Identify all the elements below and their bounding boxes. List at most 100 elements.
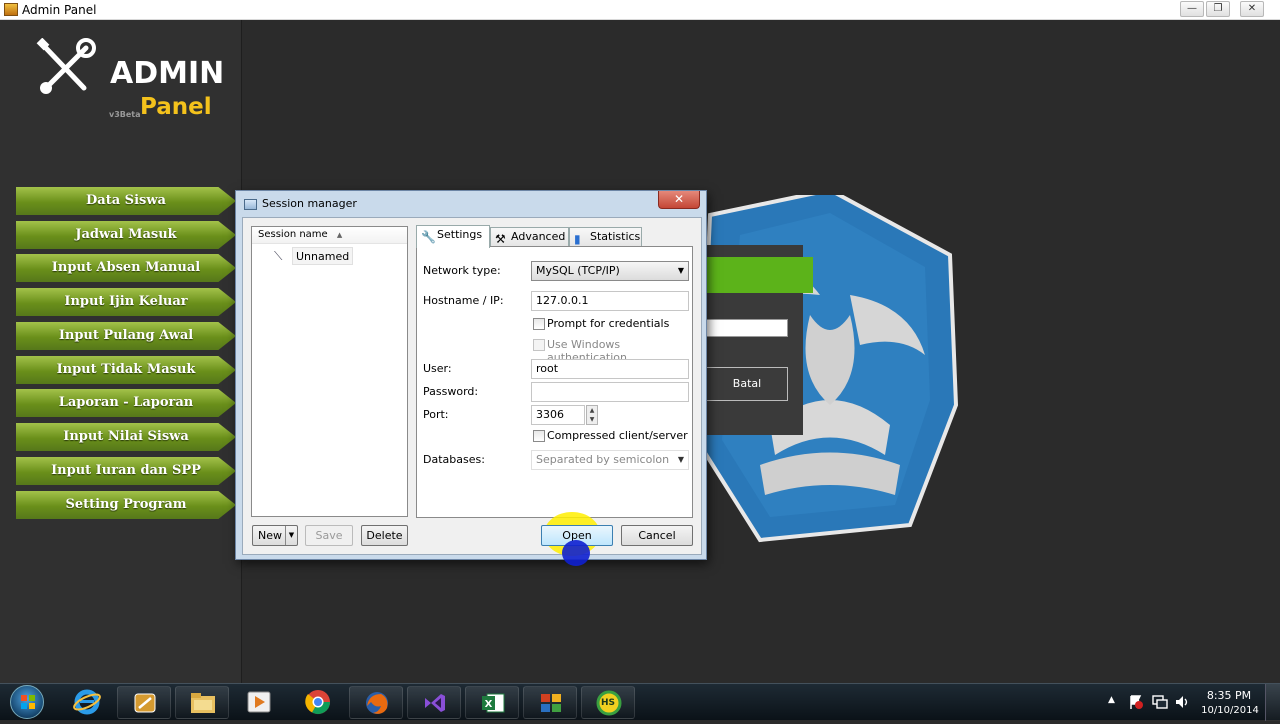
compressed-label: Compressed client/server prc — [547, 429, 690, 442]
close-button[interactable]: ✕ — [1240, 1, 1264, 17]
chrome-icon — [305, 690, 330, 715]
password-input[interactable] — [531, 382, 689, 402]
new-button[interactable]: New ▼ — [252, 525, 298, 546]
internet-explorer-icon — [73, 689, 101, 715]
tab-statistics[interactable]: ▮ Statistics — [569, 227, 642, 247]
app-icon — [4, 3, 18, 16]
admin-tools-icon — [134, 693, 156, 713]
media-player-icon — [247, 691, 271, 713]
volume-icon[interactable] — [1174, 694, 1190, 710]
session-manager-dialog: Session manager ✕ Session name ▲ ⟍ Unnam… — [235, 190, 707, 560]
action-center-flag-icon[interactable] — [1128, 694, 1144, 710]
start-button[interactable] — [4, 684, 52, 721]
hostname-input[interactable]: 127.0.0.1 — [531, 291, 689, 311]
visual-studio-icon — [425, 694, 445, 712]
chevron-down-icon: ▼ — [677, 455, 684, 464]
tab-statistics-label: Statistics — [590, 230, 641, 243]
wrench-icon: 🔧 — [421, 230, 436, 244]
clock-time[interactable]: 8:35 PM — [1204, 689, 1254, 702]
sidebar-item-data-siswa[interactable]: Data Siswa — [16, 187, 236, 215]
taskbar-hypersnap-button[interactable]: HS — [581, 686, 635, 719]
sidebar-item-input-ijin-keluar[interactable]: Input Ijin Keluar — [16, 288, 236, 316]
taskbar-visual-studio-button[interactable] — [407, 686, 461, 719]
logo-panel-text: Panel — [140, 94, 212, 120]
user-input[interactable]: root — [531, 359, 689, 379]
taskbar-firefox-button[interactable] — [349, 686, 403, 719]
delete-button[interactable]: Delete — [361, 525, 408, 546]
file-explorer-icon — [191, 693, 215, 713]
sidebar-item-input-pulang-awal[interactable]: Input Pulang Awal — [16, 322, 236, 350]
windows-auth-checkbox[interactable] — [533, 339, 545, 351]
port-stepper[interactable]: ▲ ▼ — [586, 405, 598, 425]
chevron-down-icon: ▼ — [677, 266, 684, 275]
dialog-title: Session manager — [262, 197, 357, 210]
tab-advanced[interactable]: ⚒ Advanced — [490, 227, 569, 247]
password-label: Password: — [423, 385, 479, 398]
show-desktop-button[interactable] — [1265, 684, 1280, 721]
cancel-button[interactable]: Cancel — [621, 525, 693, 546]
dialog-app-icon — [244, 199, 257, 210]
sidebar: ADMIN v3Beta Panel — [0, 20, 242, 683]
session-name-header-label: Session name — [258, 229, 328, 240]
user-label: User: — [423, 362, 452, 375]
sidebar-item-setting-program[interactable]: Setting Program — [16, 491, 236, 519]
taskbar-media-player-button[interactable] — [232, 686, 286, 719]
databases-label: Databases: — [423, 453, 485, 466]
maximize-button[interactable]: ❐ — [1206, 1, 1230, 17]
sidebar-item-input-nilai-siswa[interactable]: Input Nilai Siswa — [16, 423, 236, 451]
taskbar: X HS ▲ 8:35 PM 10/10/2014 — [0, 683, 1280, 721]
logo-admin-text: ADMIN — [110, 56, 225, 91]
tools-icon — [36, 38, 96, 94]
network-type-value: MySQL (TCP/IP) — [536, 264, 620, 277]
tab-advanced-label: Advanced — [511, 230, 566, 243]
excel-icon: X — [482, 693, 505, 713]
cursor-click-indicator — [562, 540, 590, 566]
hypersnap-icon-label: HS — [601, 698, 616, 708]
sidebar-item-jadwal-masuk[interactable]: Jadwal Masuk — [16, 221, 236, 249]
session-list[interactable]: Session name ▲ ⟍ Unnamed — [251, 226, 408, 517]
prompt-credentials-checkbox[interactable] — [533, 318, 545, 330]
windows-logo-icon — [10, 685, 44, 719]
chevron-down-icon[interactable]: ▼ — [285, 526, 297, 545]
background-form-input[interactable] — [706, 319, 788, 337]
compressed-checkbox[interactable] — [533, 430, 545, 442]
show-hidden-icons-button[interactable]: ▲ — [1108, 695, 1115, 705]
port-label: Port: — [423, 408, 449, 421]
session-name-column-header[interactable]: Session name ▲ — [252, 227, 407, 244]
new-button-label: New — [258, 529, 282, 542]
taskbar-explorer-button[interactable] — [175, 686, 229, 719]
tab-settings-label: Settings — [437, 228, 483, 241]
sidebar-item-input-absen-manual[interactable]: Input Absen Manual — [16, 254, 236, 282]
session-icon: ⟍ — [274, 249, 283, 263]
tab-settings[interactable]: 🔧 Settings — [416, 225, 490, 248]
sidebar-item-input-tidak-masuk[interactable]: Input Tidak Masuk — [16, 356, 236, 384]
minimize-button[interactable]: — — [1180, 1, 1204, 17]
title-bar: Admin Panel — ❐ ✕ — [0, 0, 1280, 20]
dialog-body: Session name ▲ ⟍ Unnamed 🔧 Settings ⚒ Ad… — [242, 217, 702, 556]
network-icon[interactable] — [1152, 694, 1168, 710]
network-type-select[interactable]: MySQL (TCP/IP) ▼ — [531, 261, 689, 281]
firefox-icon — [366, 692, 388, 714]
taskbar-excel-button[interactable]: X — [465, 686, 519, 719]
sidebar-item-laporan[interactable]: Laporan - Laporan — [16, 389, 236, 417]
sidebar-item-input-iuran-spp[interactable]: Input Iuran dan SPP — [16, 457, 236, 485]
app-grid-icon — [541, 694, 561, 712]
settings-tab-panel: Network type: MySQL (TCP/IP) ▼ Hostname … — [416, 246, 693, 518]
taskbar-admin-tools-button[interactable] — [117, 686, 171, 719]
sort-ascending-icon: ▲ — [336, 231, 343, 239]
session-item-unnamed[interactable]: Unnamed — [292, 247, 354, 265]
prompt-credentials-label: Prompt for credentials — [547, 317, 670, 330]
batal-button[interactable]: Batal — [706, 367, 788, 401]
clock-date[interactable]: 10/10/2014 — [1199, 705, 1261, 716]
save-button[interactable]: Save — [305, 525, 353, 546]
taskbar-app-grid-button[interactable] — [523, 686, 577, 719]
dialog-close-button[interactable]: ✕ — [658, 191, 700, 209]
logo-version-text: v3Beta — [109, 110, 141, 119]
databases-select[interactable]: Separated by semicolon ▼ — [531, 450, 689, 470]
port-input[interactable]: 3306 — [531, 405, 585, 425]
taskbar-chrome-button[interactable] — [291, 686, 345, 719]
window-title: Admin Panel — [22, 3, 97, 17]
hostname-label: Hostname / IP: — [423, 294, 504, 307]
taskbar-ie-button[interactable] — [60, 686, 114, 719]
svg-text:X: X — [485, 699, 493, 710]
